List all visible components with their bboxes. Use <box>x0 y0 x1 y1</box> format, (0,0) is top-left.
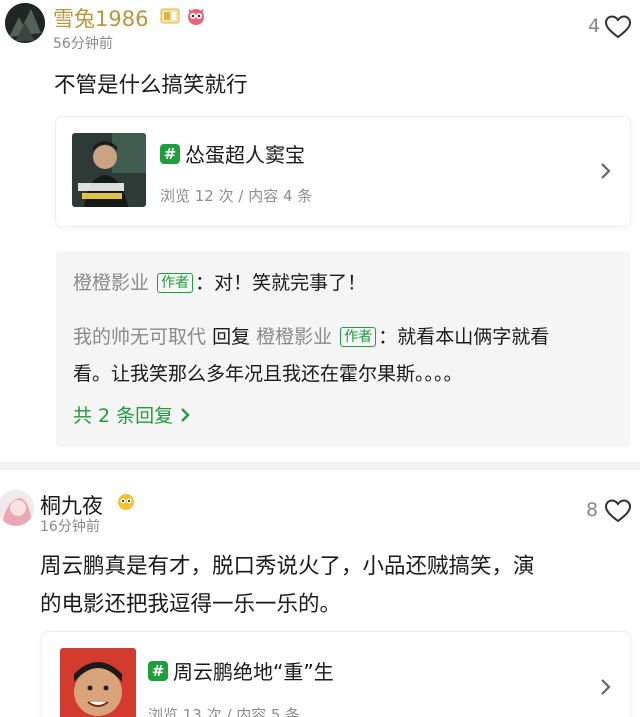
topic-stats: 浏览 12 次 / 内容 4 条 <box>160 187 313 205</box>
author-tag: 作者 <box>157 273 194 293</box>
comment-text: 不管是什么搞笑就行 <box>54 73 248 98</box>
reply-text-continued: 看。让我笑那么多年况且我还在霍尔果斯。。。。 <box>73 363 463 385</box>
comment-text-continued: 的电影还把我逗得一乐一乐的。 <box>40 592 342 617</box>
avatar[interactable] <box>0 490 34 526</box>
level-badge-icon <box>160 8 180 28</box>
topic-card[interactable]: # 周云鹏绝地“重”生 浏览 13 次 / 内容 5 条 <box>42 632 630 717</box>
reply-word: 回复 <box>212 326 251 348</box>
topic-thumbnail <box>72 133 146 207</box>
like-count: 8 <box>586 499 599 521</box>
reply-item[interactable]: 橙橙影业 作者 ：对！笑就完事了！ <box>73 265 366 301</box>
comment-divider <box>0 462 640 470</box>
comment-item: 雪兔1986 56分钟前 4 不管是什么搞笑就行 # 怂蛋超人窦宝 浏览 12 … <box>0 0 640 462</box>
user-name[interactable]: 雪兔1986 <box>53 3 148 33</box>
topic-title: 周云鹏绝地“重”生 <box>173 660 334 684</box>
reply-box: 橙橙影业 作者 ：对！笑就完事了！ 我的帅无可取代 回复 橙橙影业 作者 ：就看本山… <box>56 251 630 447</box>
owl-badge-icon <box>186 6 206 30</box>
topic-title: 怂蛋超人窦宝 <box>185 143 305 167</box>
topic-stats: 浏览 13 次 / 内容 5 条 <box>148 706 301 717</box>
more-replies-link[interactable]: 共 2 条回复 <box>73 401 191 428</box>
comment-time: 56分钟前 <box>53 36 113 52</box>
hash-icon: # <box>160 143 180 164</box>
chevron-right-icon <box>600 678 612 700</box>
hash-icon: # <box>148 660 168 681</box>
reply-item[interactable]: 我的帅无可取代 回复 橙橙影业 作者 ：就看本山俩字就看 <box>73 319 549 355</box>
reply-text: ：就看本山俩字就看 <box>378 326 550 348</box>
comment-text: 周云鹏真是有才，脱口秀说火了，小品还贼搞笑，演 <box>40 554 535 579</box>
chevron-right-icon <box>600 162 612 184</box>
level-badge-icon <box>116 493 136 515</box>
reply-target-name[interactable]: 橙橙影业 <box>256 326 332 348</box>
reply-user-name[interactable]: 我的帅无可取代 <box>73 326 206 348</box>
author-tag: 作者 <box>340 327 377 347</box>
chevron-right-icon <box>181 407 190 422</box>
avatar[interactable] <box>5 3 45 43</box>
comment-item: 桐九夜 16分钟前 8 周云鹏真是有才，脱口秀说火了，小品还贼搞笑，演 的电影还… <box>0 470 640 717</box>
like-count: 4 <box>588 15 601 37</box>
heart-outline-icon[interactable] <box>604 498 632 528</box>
reply-user-name[interactable]: 橙橙影业 <box>73 272 149 294</box>
more-replies-label: 共 2 条回复 <box>73 405 174 427</box>
comment-time: 16分钟前 <box>40 519 100 535</box>
reply-text: ：对！笑就完事了！ <box>195 272 367 294</box>
heart-outline-icon[interactable] <box>604 14 632 44</box>
topic-card[interactable]: # 怂蛋超人窦宝 浏览 12 次 / 内容 4 条 <box>56 117 630 226</box>
topic-thumbnail <box>60 648 136 717</box>
